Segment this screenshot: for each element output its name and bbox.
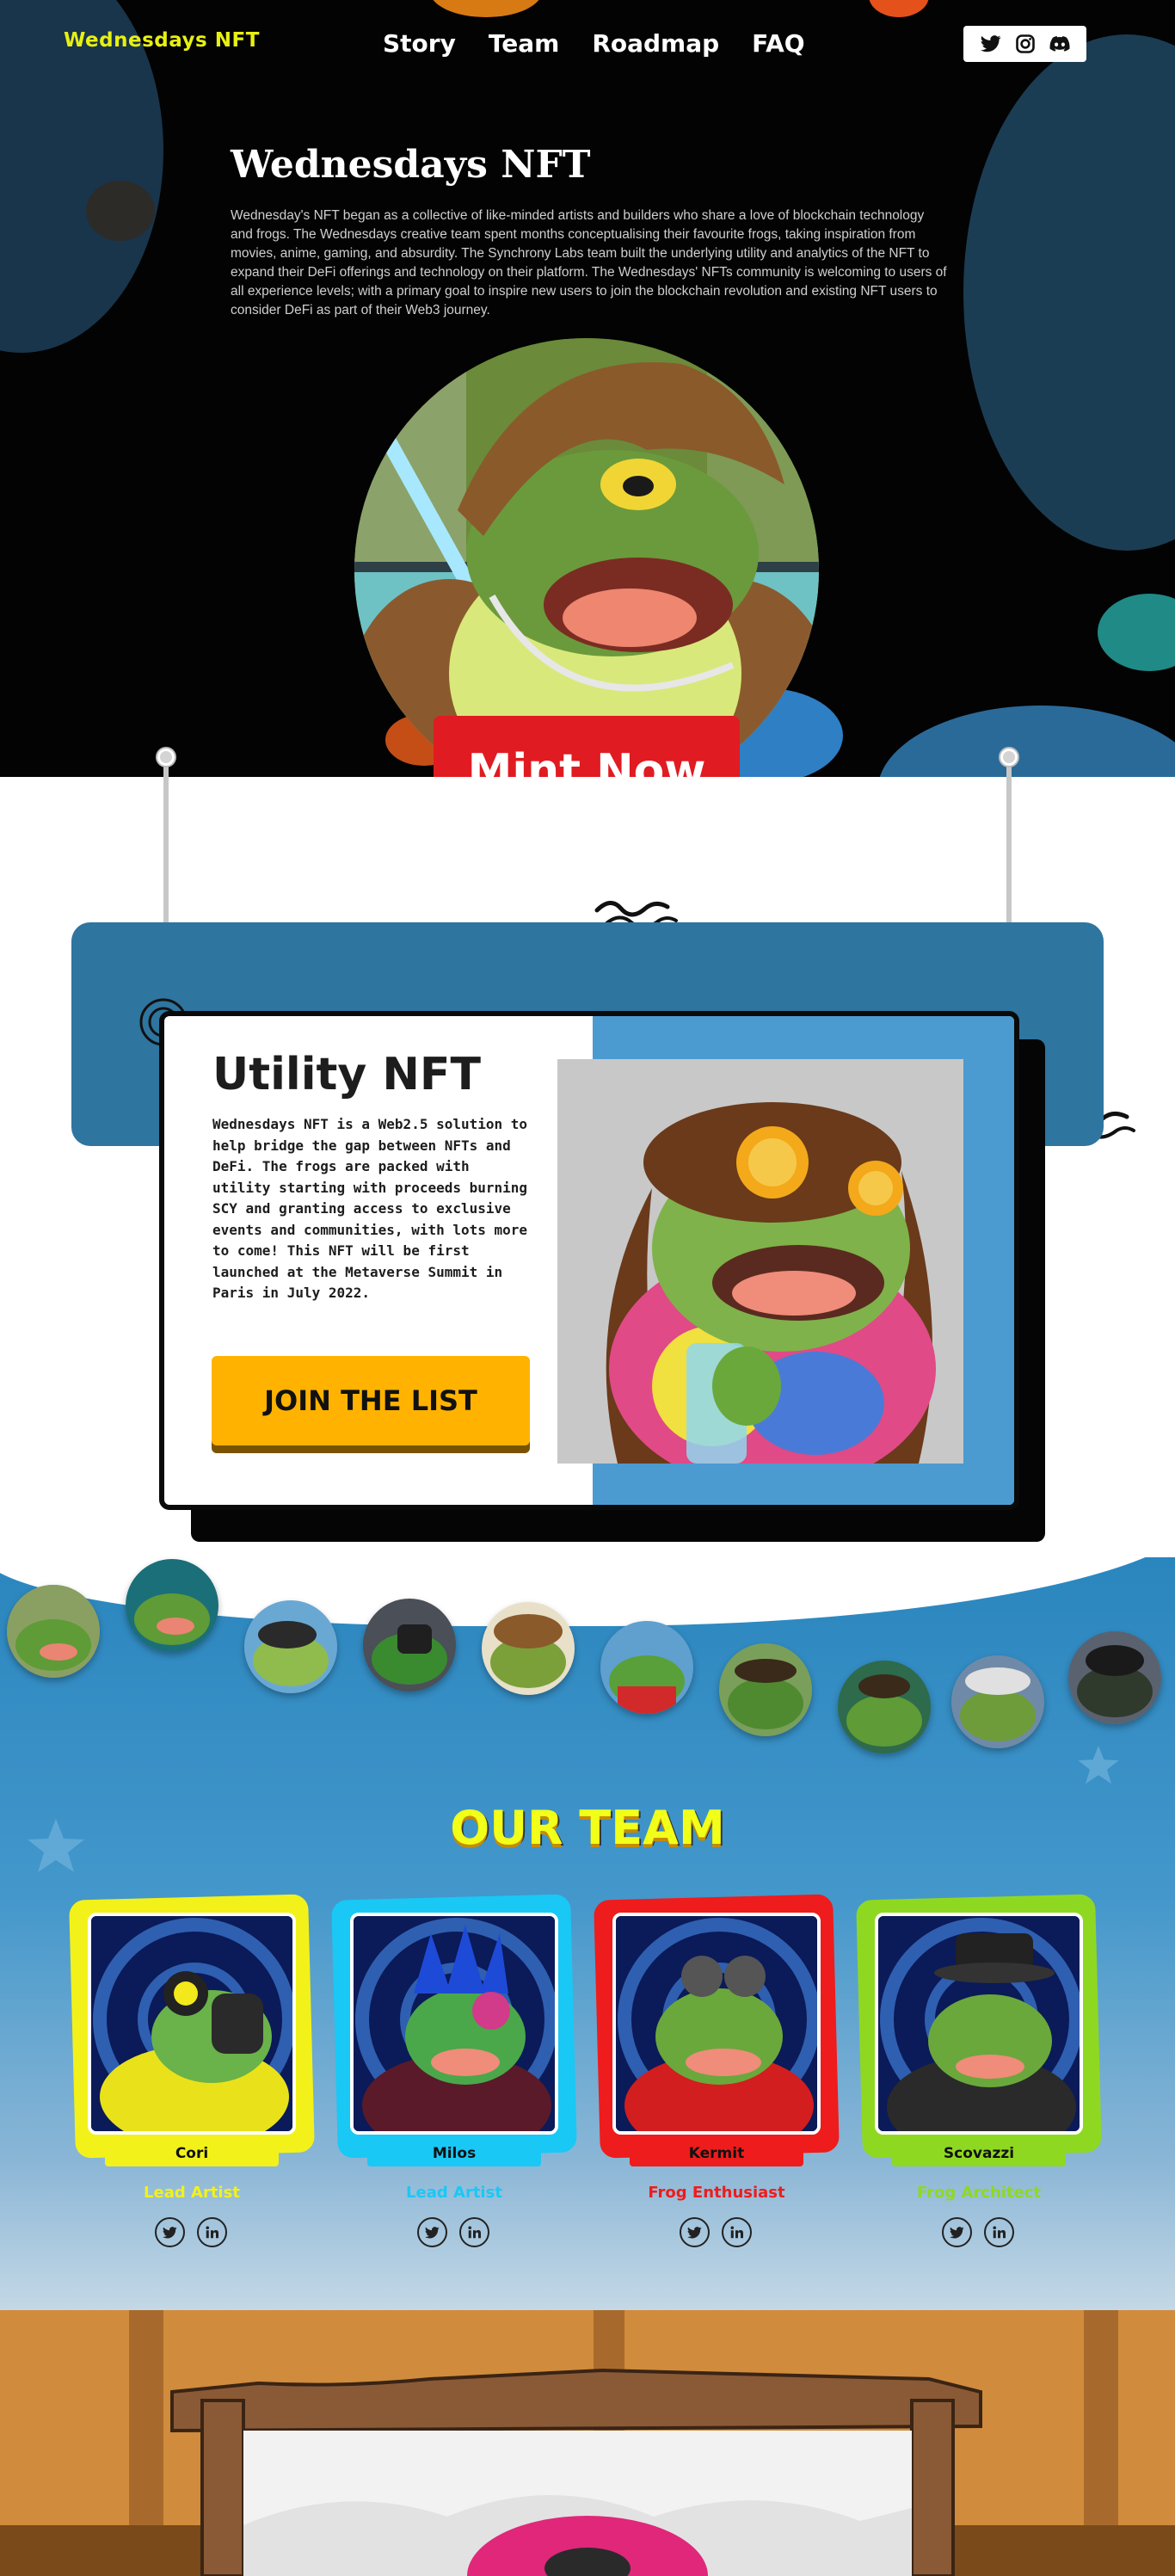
- linkedin-icon[interactable]: [197, 2217, 227, 2247]
- linkedin-icon[interactable]: [722, 2217, 752, 2247]
- instagram-icon[interactable]: [1013, 32, 1037, 56]
- nft-coin[interactable]: [838, 1661, 931, 1753]
- nft-coin[interactable]: [719, 1643, 812, 1736]
- twitter-icon[interactable]: [155, 2217, 185, 2247]
- twitter-icon[interactable]: [979, 32, 1003, 56]
- discord-icon[interactable]: [1048, 32, 1072, 56]
- member-role: Frog Architect: [916, 2184, 1042, 2202]
- nft-coin[interactable]: [482, 1602, 575, 1695]
- nft-coin[interactable]: [600, 1621, 693, 1714]
- main-nav: Story Team Roadmap FAQ: [383, 29, 805, 58]
- member-avatar: [875, 1913, 1083, 2135]
- site-logo[interactable]: Wednesdays NFT: [64, 29, 260, 52]
- nft-coin[interactable]: [126, 1559, 218, 1652]
- member-role: Lead Artist: [144, 2184, 240, 2202]
- utility-title: Utility NFT: [212, 1049, 481, 1100]
- background-blob: [86, 181, 155, 241]
- background-blob: [0, 0, 163, 353]
- hero-section: Wednesdays NFT Story Team Roadmap FAQ We…: [0, 0, 1175, 777]
- member-social: [417, 2217, 489, 2247]
- member-name: Scovazzi: [892, 2141, 1066, 2166]
- utility-description: Wednesdays NFT is a Web2.5 solution to h…: [212, 1116, 528, 1301]
- member-social: [942, 2217, 1014, 2247]
- hanging-rope-left: [163, 759, 169, 948]
- social-links: [963, 26, 1086, 62]
- linkedin-icon[interactable]: [984, 2217, 1014, 2247]
- twitter-icon[interactable]: [417, 2217, 447, 2247]
- hero-frog-image: [354, 338, 819, 777]
- nav-link-team[interactable]: Team: [489, 29, 559, 58]
- member-avatar: [350, 1913, 558, 2135]
- hero-title: Wednesdays NFT: [231, 143, 591, 187]
- background-blob: [963, 34, 1175, 551]
- utility-card: Utility NFT Wednesdays NFT is a Web2.5 s…: [159, 1011, 1019, 1510]
- background-blob: [1098, 594, 1175, 671]
- member-name: Kermit: [630, 2141, 803, 2166]
- hanging-rope-right: [1006, 759, 1012, 948]
- member-avatar: [88, 1913, 296, 2135]
- nav-link-faq[interactable]: FAQ: [752, 29, 804, 58]
- star-decoration: [1078, 1745, 1119, 1784]
- member-avatar: [612, 1913, 821, 2135]
- member-social: [155, 2217, 227, 2247]
- member-social: [680, 2217, 752, 2247]
- join-the-list-button[interactable]: JOIN THE LIST: [212, 1356, 530, 1445]
- nav-link-roadmap[interactable]: Roadmap: [592, 29, 719, 58]
- hanging-pin-left: [157, 749, 175, 766]
- utility-frog-image: [557, 1059, 963, 1464]
- roadmap-scene: [0, 2310, 1175, 2576]
- member-name: Milos: [367, 2141, 541, 2166]
- member-name: Cori: [105, 2141, 279, 2166]
- twitter-icon[interactable]: [942, 2217, 972, 2247]
- hero-description: Wednesday's NFT began as a collective of…: [231, 208, 947, 317]
- nft-coin[interactable]: [363, 1599, 456, 1692]
- nft-coin[interactable]: [1068, 1631, 1161, 1724]
- background-blob: [877, 706, 1175, 777]
- nft-coin[interactable]: [7, 1585, 100, 1678]
- member-role: Lead Artist: [406, 2184, 502, 2202]
- background-blob: [430, 0, 542, 17]
- nav-link-story[interactable]: Story: [383, 29, 456, 58]
- mint-now-button[interactable]: Mint Now: [434, 716, 740, 777]
- hanging-pin-right: [1000, 749, 1018, 766]
- mint-now-label: Mint Now: [467, 745, 706, 777]
- twitter-icon[interactable]: [680, 2217, 710, 2247]
- nft-coin[interactable]: [951, 1655, 1044, 1748]
- team-title: OUR TEAM: [450, 1801, 725, 1855]
- member-role: Frog Enthusiast: [648, 2184, 785, 2202]
- nft-coin[interactable]: [244, 1600, 337, 1693]
- linkedin-icon[interactable]: [459, 2217, 489, 2247]
- join-the-list-label: JOIN THE LIST: [264, 1384, 477, 1417]
- background-blob: [869, 0, 929, 17]
